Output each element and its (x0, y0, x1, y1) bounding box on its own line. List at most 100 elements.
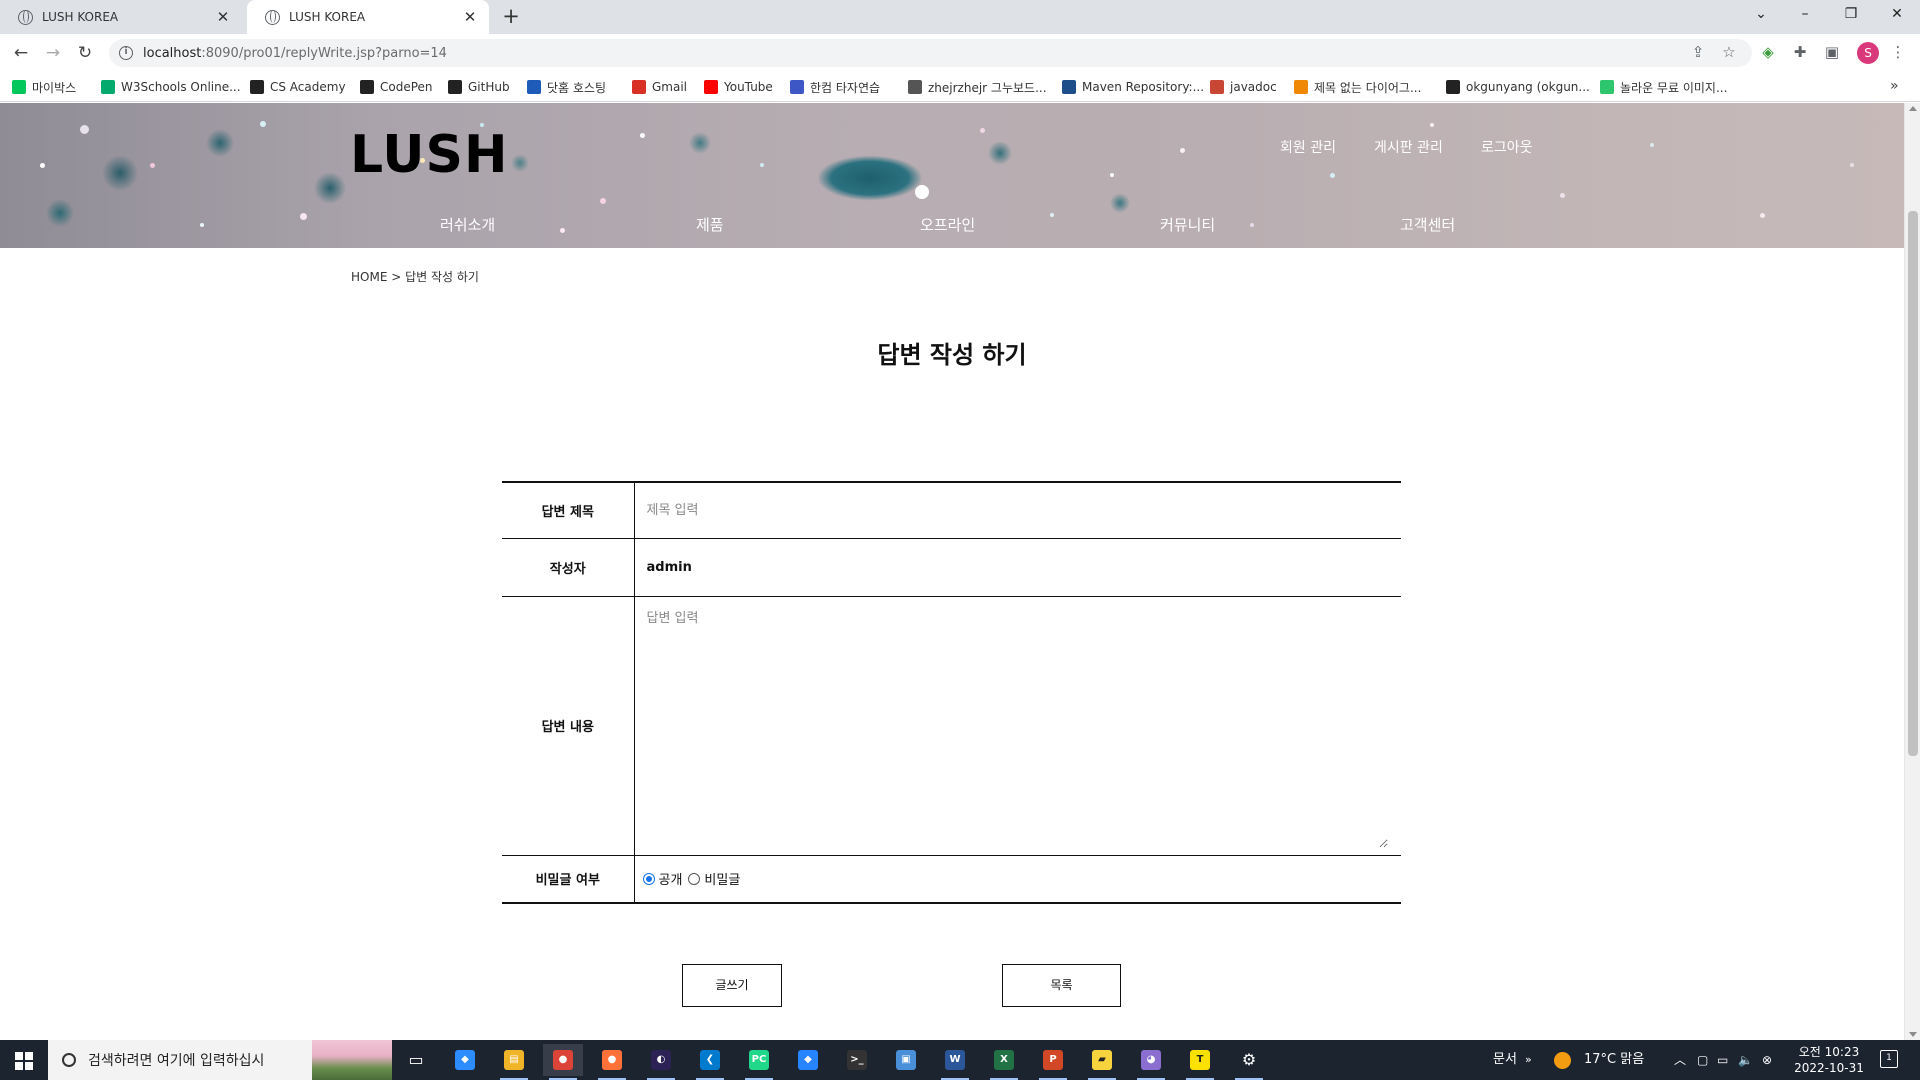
taskbar-clock[interactable]: 오전 10:23 2022-10-31 (1791, 1044, 1867, 1076)
bookmark-item[interactable]: zhejrzhejr 그누보드... (908, 79, 1047, 95)
gnb-offline[interactable]: 오프라인 (920, 214, 975, 235)
taskbar-app[interactable]: ◆ (445, 1044, 485, 1076)
bookmark-item[interactable]: Maven Repository:... (1062, 79, 1204, 95)
radio-public-label[interactable]: 공개 (659, 869, 683, 888)
windows-start-button[interactable] (0, 1040, 48, 1080)
notification-center-icon[interactable]: 1 (1880, 1050, 1898, 1068)
banner-bubble (1050, 213, 1054, 217)
taskbar-app[interactable]: ▣ (886, 1044, 926, 1076)
bookmark-item[interactable]: CodePen (360, 79, 433, 95)
restore-button[interactable]: ❐ (1828, 0, 1874, 30)
scroll-down-arrow-icon[interactable] (1909, 1032, 1917, 1037)
network-icon[interactable]: ▭ (1717, 1040, 1728, 1080)
taskbar-app[interactable]: ● (543, 1044, 583, 1080)
tray-docs-toolbar[interactable]: 문서 (1493, 1040, 1517, 1080)
bookmark-item[interactable]: okgunyang (okgun... (1446, 79, 1590, 95)
banner-bubble (1650, 143, 1654, 147)
bookmark-item[interactable]: YouTube (704, 79, 773, 95)
radio-public[interactable] (642, 872, 655, 885)
sourcetree-icon: ◆ (798, 1050, 818, 1070)
taskbar-app[interactable]: T (1180, 1044, 1220, 1080)
util-nav-board-admin[interactable]: 게시판 관리 (1374, 137, 1443, 157)
list-button[interactable]: 목록 (1002, 964, 1121, 1007)
scroll-up-arrow-icon[interactable] (1909, 106, 1917, 111)
taskbar-app[interactable]: ▤ (494, 1044, 534, 1080)
vscode-icon: ❮ (700, 1050, 720, 1070)
address-bar[interactable]: i localhost:8090/pro01/replyWrite.jsp?pa… (109, 39, 1752, 67)
taskbar-app[interactable]: X (984, 1044, 1024, 1080)
minimize-button[interactable]: – (1782, 0, 1828, 30)
radio-secret-label[interactable]: 비밀글 (704, 869, 740, 888)
tray-meet-icon[interactable]: ▢ (1697, 1040, 1708, 1080)
extensions-puzzle-icon[interactable]: ✚ (1790, 42, 1810, 62)
radio-secret[interactable] (688, 872, 701, 885)
bookmark-item[interactable]: GitHub (448, 79, 510, 95)
weather-text[interactable]: 17°C 맑음 (1584, 1040, 1644, 1080)
tray-toolbar-chevron-icon[interactable]: » (1525, 1040, 1532, 1080)
share-icon[interactable]: ⇪ (1688, 42, 1708, 62)
bookmark-item[interactable]: W3Schools Online... (101, 79, 241, 95)
banner-bubble (760, 163, 764, 167)
close-tab-icon[interactable]: ✕ (461, 8, 479, 26)
more-menu-icon[interactable]: ⋮ (1888, 42, 1908, 62)
gnb-community[interactable]: 커뮤니티 (1160, 214, 1215, 235)
banner-bubble (1850, 163, 1854, 167)
taskbar-app[interactable]: ▭ (396, 1044, 436, 1076)
bookmark-item[interactable]: 마이박스 (12, 79, 76, 95)
back-arrow-icon[interactable]: ← (9, 41, 33, 65)
bookmark-item[interactable]: Gmail (632, 79, 687, 95)
site-logo[interactable]: LUSH (350, 125, 508, 185)
tab-search-chevron-icon[interactable]: ⌄ (1738, 0, 1784, 30)
gnb-products[interactable]: 제품 (696, 214, 724, 235)
writer-label: 작성자 (502, 538, 635, 597)
reload-icon[interactable]: ↻ (73, 41, 97, 65)
taskbar-app[interactable]: ▰ (1082, 1044, 1122, 1080)
globe-icon (18, 9, 33, 25)
taskbar-app[interactable]: P (1033, 1044, 1073, 1080)
new-tab-button[interactable]: + (499, 5, 523, 29)
taskbar-app[interactable]: ● (592, 1044, 632, 1080)
gnb-about[interactable]: 러쉬소개 (440, 214, 495, 235)
reply-content-textarea[interactable] (646, 604, 1388, 848)
taskbar-app[interactable]: ◆ (788, 1044, 828, 1076)
bookmark-item[interactable]: CS Academy (250, 79, 346, 95)
taskbar-app[interactable]: >_ (837, 1044, 877, 1076)
taskbar-app[interactable]: PC (739, 1044, 779, 1080)
page-scrollbar[interactable] (1904, 103, 1920, 1040)
bookmark-star-icon[interactable]: ☆ (1719, 42, 1739, 62)
extension-tag-icon[interactable]: ◈ (1758, 42, 1778, 62)
gnb-customer-center[interactable]: 고객센터 (1400, 214, 1455, 235)
taskbar-app[interactable]: W (935, 1044, 975, 1080)
volume-muted-icon[interactable]: 🔈 (1738, 1040, 1753, 1080)
taskbar-search-box[interactable]: 검색하려면 여기에 입력하십시 (48, 1040, 392, 1080)
scrollbar-thumb[interactable] (1908, 211, 1918, 756)
util-nav-member-admin[interactable]: 회원 관리 (1280, 137, 1336, 157)
taskbar-app[interactable]: ⚙ (1229, 1044, 1269, 1080)
tray-expand-icon[interactable]: ︿ (1674, 1040, 1686, 1080)
browser-tab[interactable]: LUSH KOREA ✕ (0, 0, 242, 34)
taskbar-app[interactable]: ◕ (1131, 1044, 1171, 1080)
file-explorer-icon: ▤ (504, 1050, 524, 1070)
bookmark-item[interactable]: 놀라운 무료 이미지... (1600, 79, 1727, 95)
bookmark-item[interactable]: 한컴 타자연습 (790, 79, 880, 95)
site-info-icon[interactable]: i (119, 46, 133, 60)
taskbar-app[interactable]: ❮ (690, 1044, 730, 1080)
util-nav-logout[interactable]: 로그아웃 (1481, 137, 1533, 157)
bookmark-item[interactable]: 제목 없는 다이어그... (1294, 79, 1421, 95)
tray-status-icon[interactable]: ⊗ (1762, 1040, 1772, 1080)
side-panel-icon[interactable]: ▣ (1822, 42, 1842, 62)
url-path: :8090/pro01/replyWrite.jsp?parno=14 (201, 45, 447, 61)
profile-avatar[interactable]: S (1857, 42, 1879, 64)
bookmark-item[interactable]: 닷홈 호스팅 (527, 79, 606, 95)
close-window-button[interactable]: ✕ (1874, 0, 1920, 30)
settings-icon: ⚙ (1239, 1050, 1259, 1070)
close-tab-icon[interactable]: ✕ (214, 8, 232, 26)
taskbar-app[interactable]: ◐ (641, 1044, 681, 1080)
reply-title-input[interactable] (646, 495, 1387, 526)
banner-bubble (1760, 213, 1765, 218)
bookmark-item[interactable]: javadoc (1210, 79, 1277, 95)
submit-button[interactable]: 글쓰기 (682, 964, 782, 1007)
more-bookmarks-icon[interactable]: » (1890, 78, 1899, 94)
forward-arrow-icon[interactable]: → (41, 41, 65, 65)
browser-tab-active[interactable]: LUSH KOREA ✕ (247, 0, 489, 34)
